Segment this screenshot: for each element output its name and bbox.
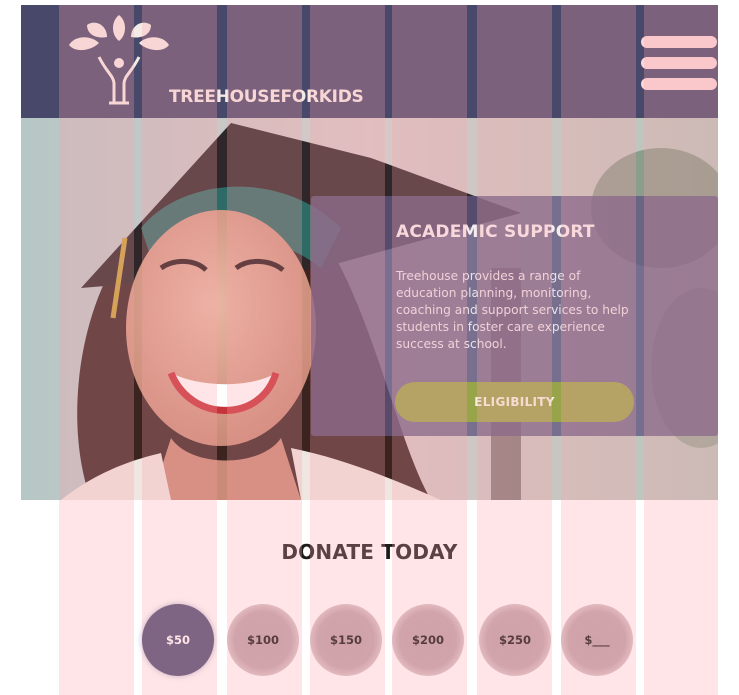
donate-section: DONATE TODAY $50 $100 $150 $200 $250 $__… xyxy=(21,500,718,695)
donate-amount-custom[interactable]: $___ xyxy=(561,604,633,676)
donate-amount-200[interactable]: $200 xyxy=(392,604,464,676)
tree-logo-icon xyxy=(69,15,169,105)
logo-text: TREEHOUSEFORKIDS xyxy=(169,87,364,107)
menu-bar-icon xyxy=(641,36,717,48)
card-title: ACADEMIC SUPPORT xyxy=(396,222,595,242)
eligibility-button[interactable]: ELIGIBILITY xyxy=(395,382,634,422)
logo[interactable]: TREEHOUSEFORKIDS xyxy=(61,13,364,113)
donate-amount-250[interactable]: $250 xyxy=(479,604,551,676)
hero-section: ACADEMIC SUPPORT Treehouse provides a ra… xyxy=(21,118,718,500)
menu-bar-icon xyxy=(641,78,717,90)
site-header: TREEHOUSEFORKIDS xyxy=(21,5,718,118)
donate-amount-100[interactable]: $100 xyxy=(227,604,299,676)
menu-bar-icon xyxy=(641,57,717,69)
hamburger-menu-button[interactable] xyxy=(641,33,717,91)
card-description: Treehouse provides a range of education … xyxy=(396,269,629,351)
page-frame: TREEHOUSEFORKIDS ACADEMIC SUPPORT Treeho… xyxy=(21,5,718,695)
academic-support-card: ACADEMIC SUPPORT Treehouse provides a ra… xyxy=(311,196,718,436)
donate-amount-50[interactable]: $50 xyxy=(142,604,214,676)
donate-amount-150[interactable]: $150 xyxy=(310,604,382,676)
donate-title: DONATE TODAY xyxy=(281,540,458,564)
